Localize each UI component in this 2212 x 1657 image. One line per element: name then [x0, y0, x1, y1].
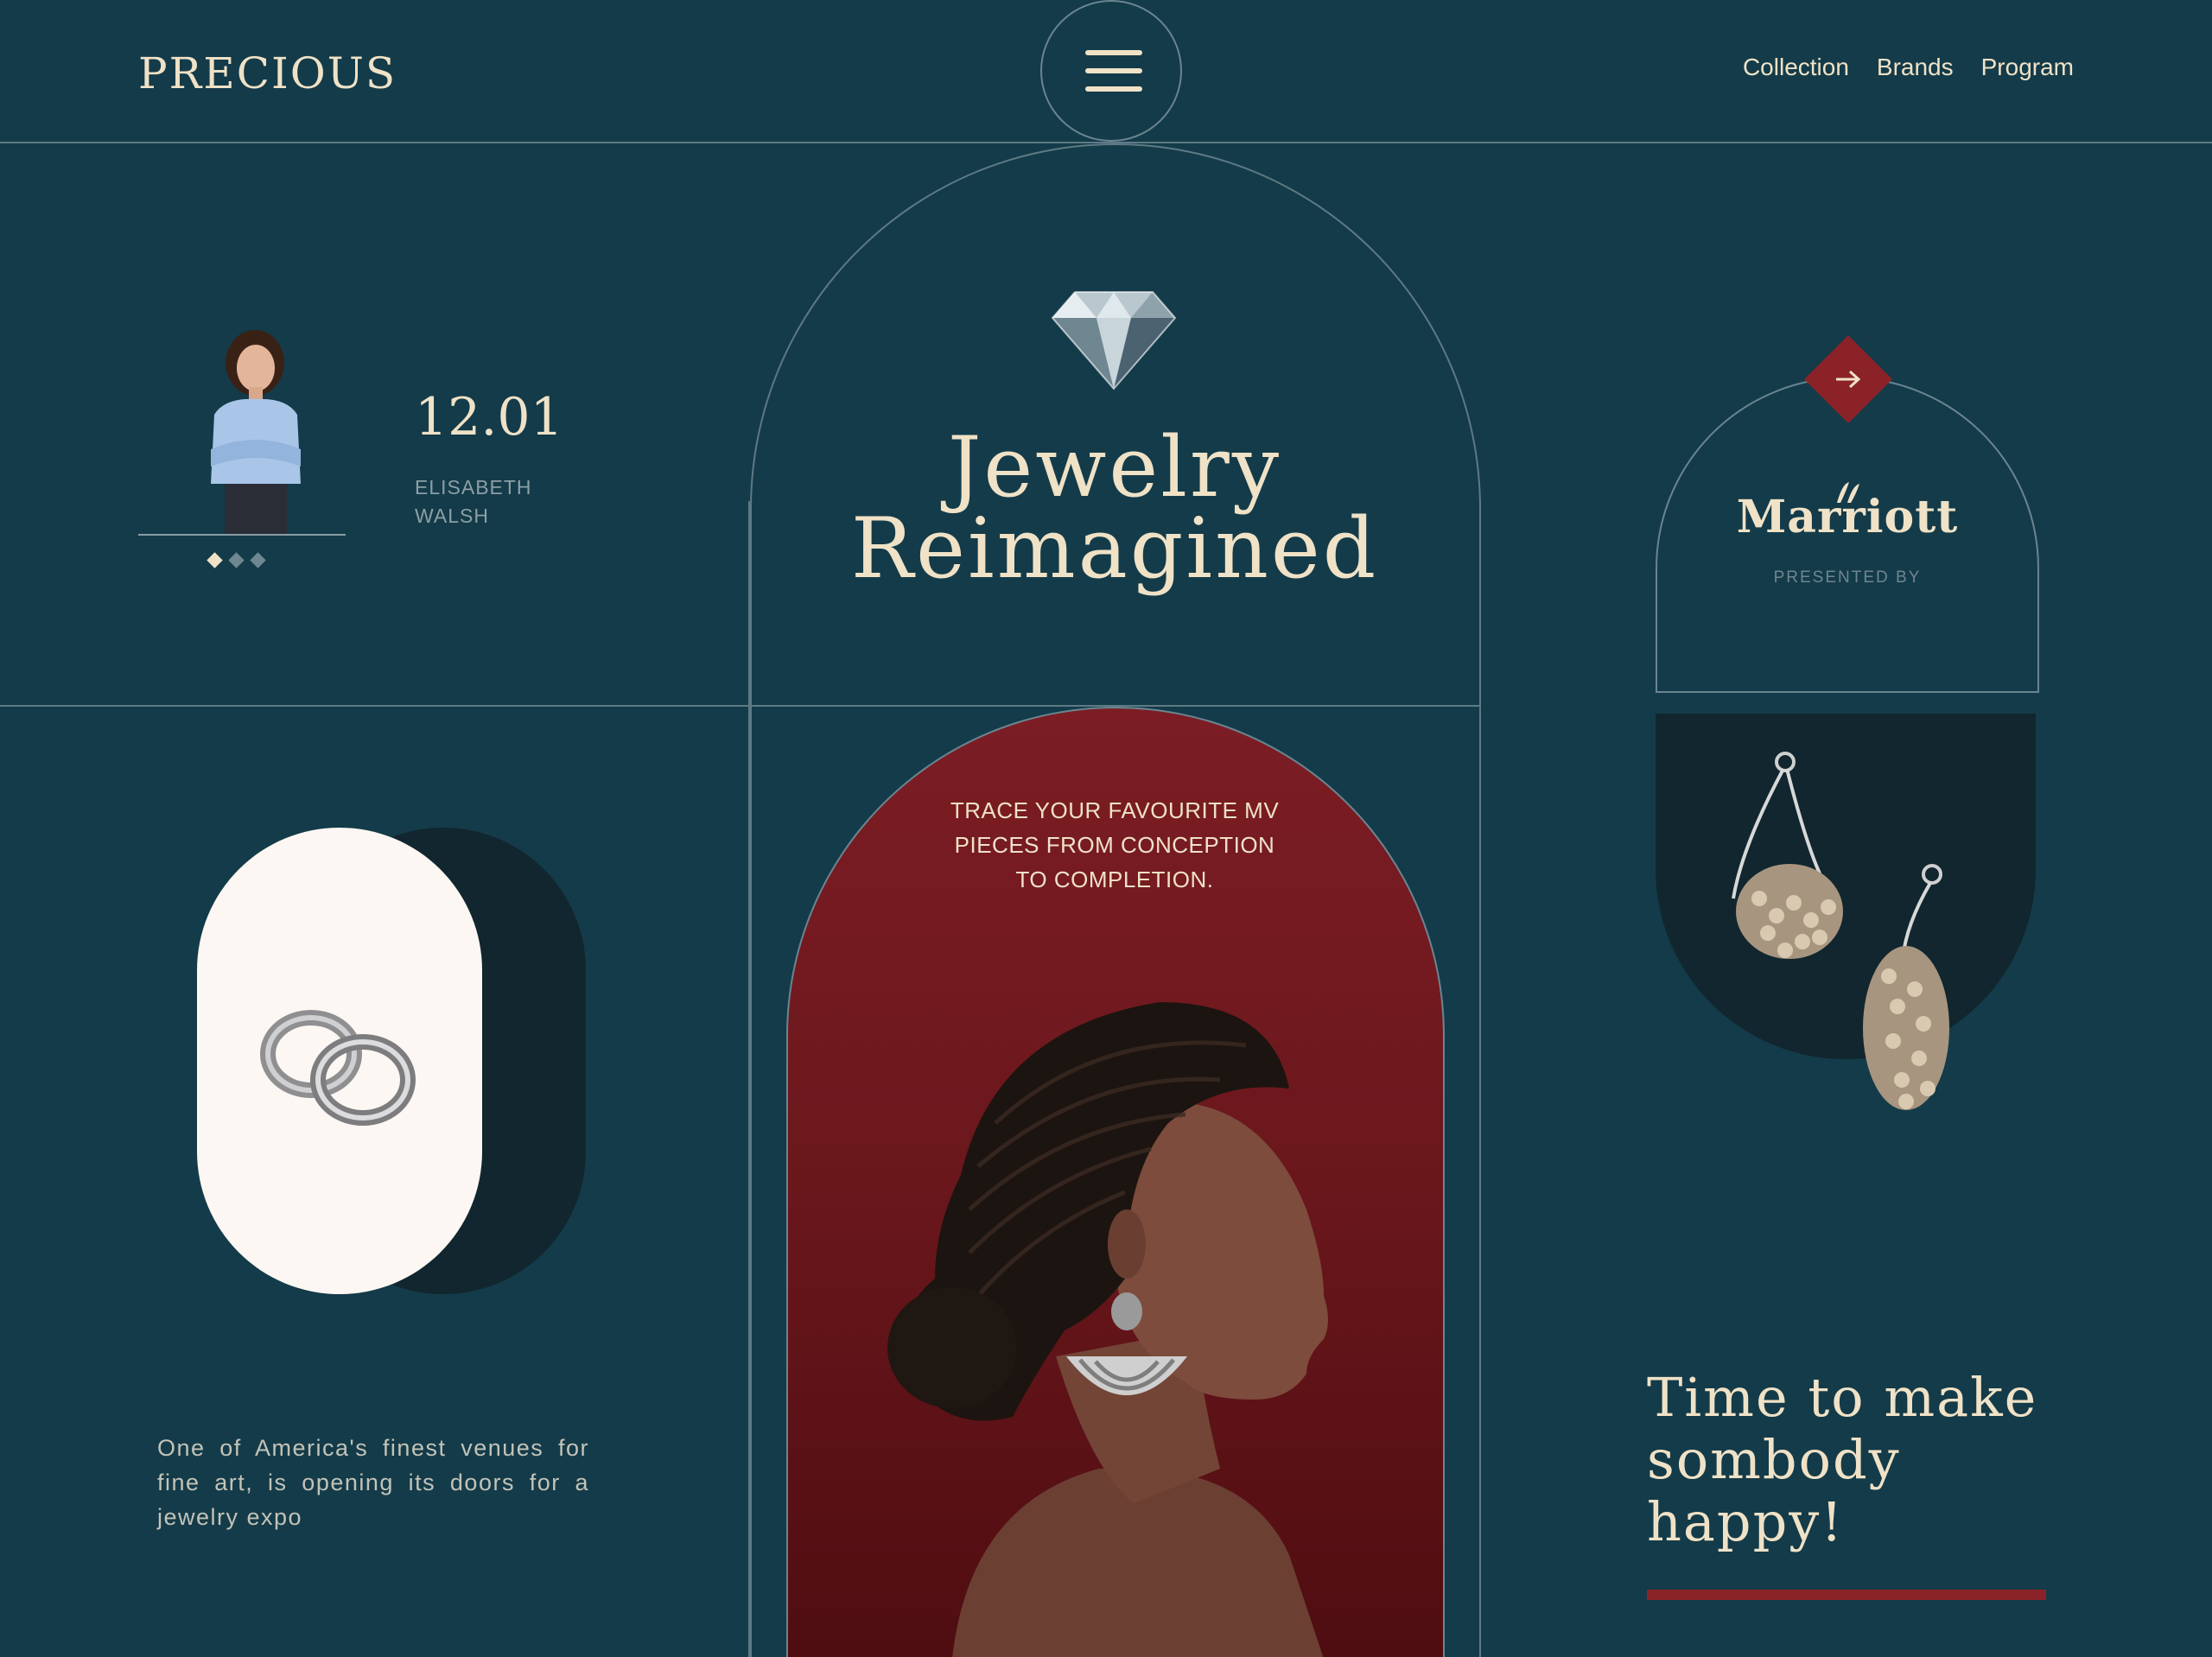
- cta-tagline: Time to make sombody happy!: [1647, 1367, 2096, 1553]
- accent-bar: [1647, 1590, 2046, 1600]
- nav-brands[interactable]: Brands: [1877, 54, 1954, 81]
- model-portrait: [887, 1002, 1328, 1657]
- event-date: 12.01: [415, 387, 563, 448]
- hero-title-line2: Reimagined: [850, 500, 1379, 597]
- hamburger-menu-icon: [1085, 86, 1142, 92]
- tagline-line3: happy!: [1647, 1490, 1845, 1553]
- sponsor-logo[interactable]: Marriott: [1656, 491, 2039, 543]
- sponsor-caption: PRESENTED BY: [1773, 568, 1922, 587]
- sponsor-arrow-button[interactable]: [1802, 333, 1894, 425]
- carousel-dot[interactable]: [250, 552, 266, 568]
- carousel-dot[interactable]: [207, 552, 223, 568]
- intro-blurb: One of America's finest venues for fine …: [157, 1435, 589, 1530]
- earrings-image[interactable]: [1707, 743, 1984, 1132]
- tagline-line2: sombody: [1647, 1428, 1901, 1491]
- speaker-name: ELISABETH WALSH: [415, 473, 553, 530]
- hero-title: Jewelry Reimagined: [778, 419, 1452, 597]
- hamburger-menu-icon: [1085, 50, 1142, 55]
- feature-caption: TRACE YOUR FAVOURITE MV PIECES FROM CONC…: [950, 797, 1280, 892]
- avatar-underline: [138, 534, 346, 536]
- brand-logo[interactable]: PRECIOUS: [138, 48, 397, 98]
- nav-program[interactable]: Program: [1981, 54, 2074, 81]
- rings-image: [260, 1010, 416, 1126]
- menu-button[interactable]: [1040, 0, 1182, 142]
- arrow-right-icon: [1836, 370, 1861, 389]
- hero-title-line1: Jewelry: [947, 419, 1282, 516]
- carousel-dot[interactable]: [228, 552, 245, 568]
- hamburger-menu-icon: [1085, 68, 1142, 73]
- ring-card[interactable]: [197, 828, 482, 1294]
- tagline-line1: Time to make: [1647, 1366, 2038, 1429]
- carousel-dots: [207, 552, 266, 568]
- main-nav: Collection Brands Program: [1743, 54, 2074, 81]
- speaker-last-name: WALSH: [415, 505, 489, 527]
- speaker-first-name: ELISABETH: [415, 476, 532, 498]
- speaker-avatar[interactable]: [138, 328, 346, 536]
- diamond-icon: [1051, 291, 1177, 390]
- speaker-photo: [138, 328, 346, 536]
- nav-collection[interactable]: Collection: [1743, 54, 1849, 81]
